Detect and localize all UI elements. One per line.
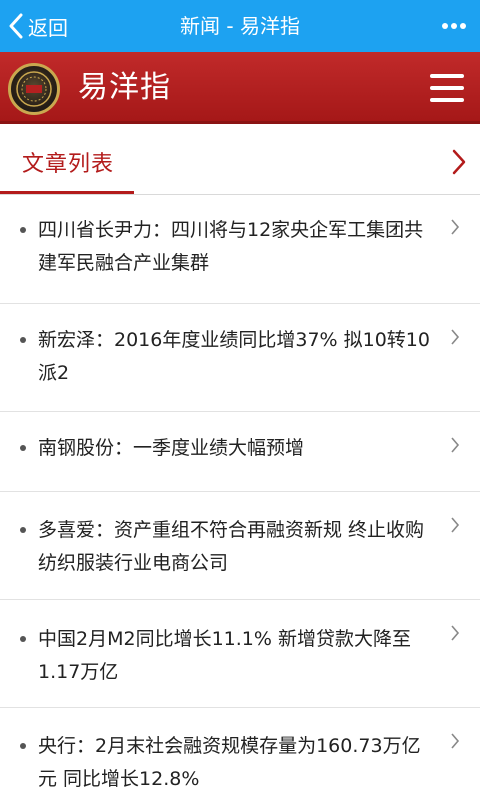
brand-header: 易洋指 (0, 52, 480, 124)
chevron-right-icon (451, 329, 460, 345)
brand-emblem-icon (16, 71, 52, 107)
article-item[interactable]: 多喜爱：资产重组不符合再融资新规 终止收购纺织服装行业电商公司 (0, 492, 480, 600)
chevron-right-icon (451, 219, 460, 235)
bullet-icon (20, 527, 26, 533)
chevron-right-icon (451, 437, 460, 453)
bullet-icon (20, 636, 26, 642)
section-underline (0, 191, 134, 194)
article-item[interactable]: 中国2月M2同比增长11.1% 新增贷款大降至1.17万亿 (0, 600, 480, 708)
more-dot-icon (451, 23, 457, 29)
chevron-left-icon (9, 13, 23, 39)
chevron-right-icon[interactable] (452, 149, 466, 175)
article-item[interactable]: 央行：2月末社会融资规模存量为160.73万亿元 同比增长12.8% (0, 708, 480, 798)
chevron-right-icon (451, 733, 460, 749)
article-item[interactable]: 南钢股份：一季度业绩大幅预增 (0, 412, 480, 492)
menu-line-icon (430, 86, 464, 90)
article-title: 中国2月M2同比增长11.1% 新增贷款大降至1.17万亿 (38, 628, 411, 683)
article-item[interactable]: 四川省长尹力：四川将与12家央企军工集团共建军民融合产业集群 (0, 196, 480, 304)
bullet-icon (20, 227, 26, 233)
section-title: 文章列表 (22, 152, 115, 177)
article-title: 四川省长尹力：四川将与12家央企军工集团共建军民融合产业集群 (38, 219, 424, 274)
menu-line-icon (430, 98, 464, 102)
article-title: 多喜爱：资产重组不符合再融资新规 终止收购纺织服装行业电商公司 (38, 519, 425, 574)
article-title: 央行：2月末社会融资规模存量为160.73万亿元 同比增长12.8% (38, 735, 421, 790)
article-list: 四川省长尹力：四川将与12家央企军工集团共建军民融合产业集群 新宏泽：2016年… (0, 196, 480, 798)
page-title: 新闻 - 易洋指 (180, 14, 300, 38)
back-label: 返回 (28, 15, 68, 40)
article-title: 南钢股份：一季度业绩大幅预增 (38, 437, 305, 459)
menu-line-icon (430, 74, 464, 78)
bullet-icon (20, 337, 26, 343)
back-button[interactable]: 返回 (8, 0, 68, 52)
bullet-icon (20, 743, 26, 749)
brand-logo (8, 63, 60, 115)
more-dot-icon (442, 23, 448, 29)
more-options-button[interactable] (438, 14, 470, 38)
chevron-right-icon (451, 517, 460, 533)
article-item[interactable]: 新宏泽：2016年度业绩同比增37% 拟10转10派2 (0, 304, 480, 412)
menu-button[interactable] (430, 74, 464, 102)
article-title: 新宏泽：2016年度业绩同比增37% 拟10转10派2 (38, 329, 430, 384)
brand-name: 易洋指 (78, 70, 171, 105)
chevron-right-icon (451, 625, 460, 641)
more-dot-icon (460, 23, 466, 29)
section-header[interactable]: 文章列表 (0, 127, 480, 195)
bullet-icon (20, 445, 26, 451)
navigation-bar: 返回 新闻 - 易洋指 (0, 0, 480, 52)
